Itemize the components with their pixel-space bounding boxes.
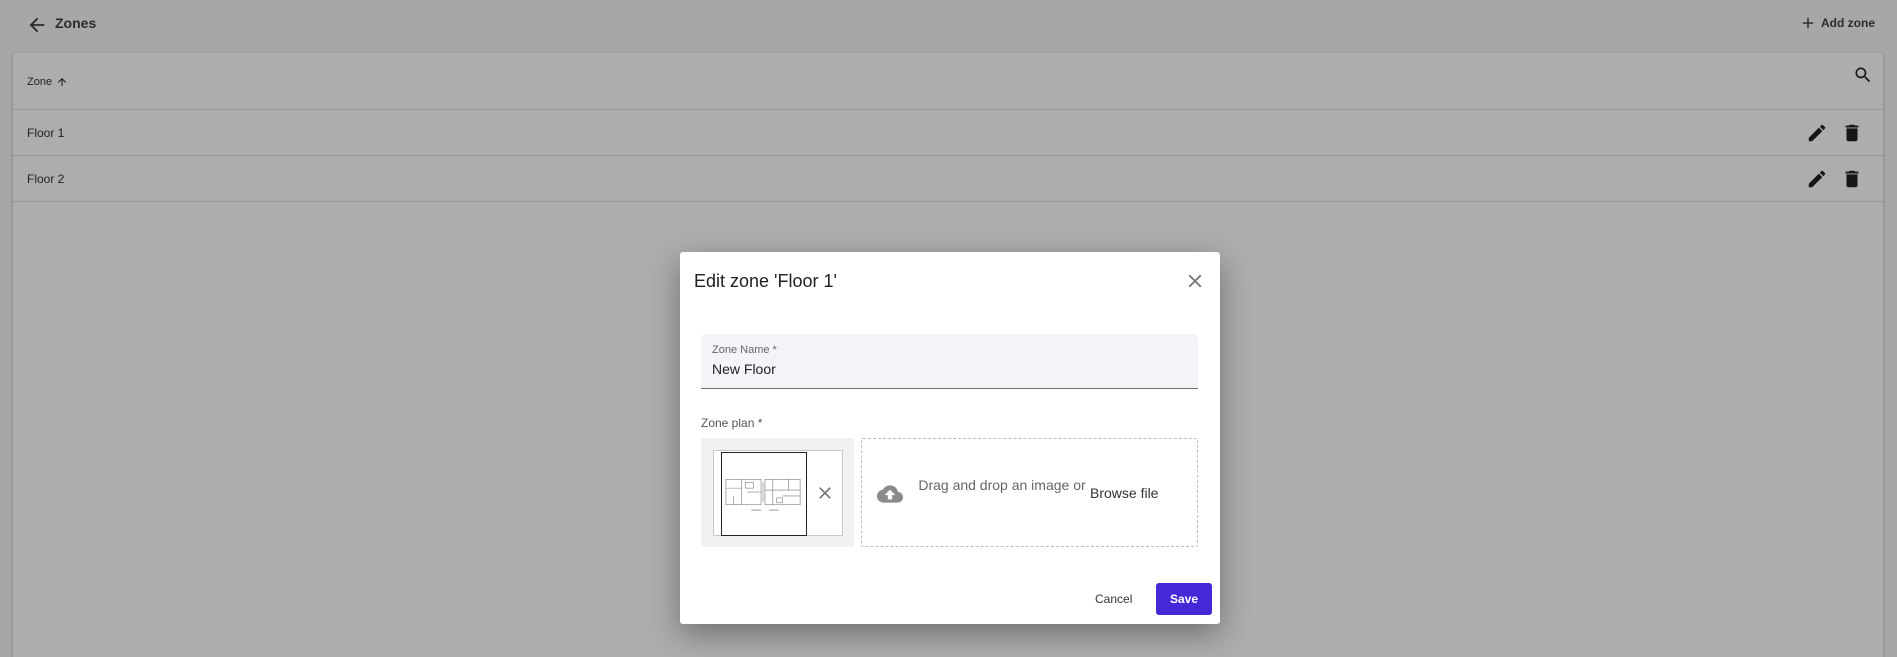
zone-name-input[interactable] [712, 361, 1182, 377]
dialog-title: Edit zone 'Floor 1' [694, 271, 837, 291]
close-icon[interactable] [1184, 270, 1206, 292]
remove-image-icon[interactable] [815, 483, 835, 503]
zone-name-field[interactable]: Zone Name * [701, 334, 1198, 389]
preview-frame [713, 450, 843, 536]
save-button[interactable]: Save [1156, 583, 1212, 615]
edit-zone-dialog: Edit zone 'Floor 1' Zone Name * Zone pla… [680, 252, 1220, 624]
image-drop-zone[interactable]: Drag and drop an image or Browse file [861, 438, 1198, 547]
browse-file-button[interactable]: Browse file [1090, 485, 1158, 501]
floor-plan-thumbnail[interactable] [721, 452, 807, 536]
cloud-upload-icon [877, 485, 903, 503]
cancel-button[interactable]: Cancel [1095, 592, 1132, 606]
zone-plan-preview [701, 438, 854, 547]
zone-plan-label: Zone plan * [701, 416, 763, 430]
drop-instructions: Drag and drop an image or [918, 477, 1086, 493]
zone-name-label: Zone Name * [712, 344, 777, 356]
